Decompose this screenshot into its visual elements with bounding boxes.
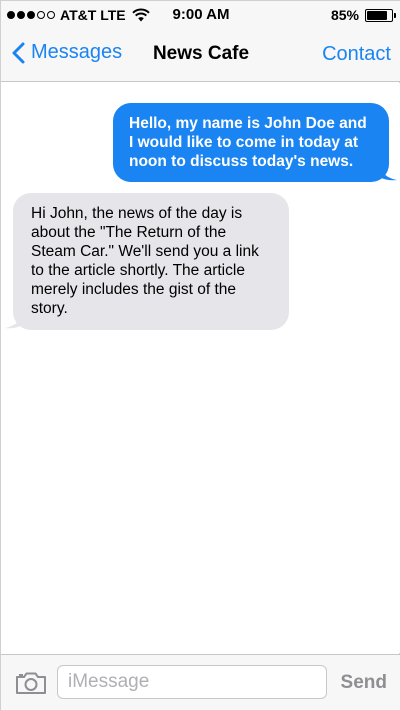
- battery-fill: [367, 10, 388, 20]
- back-button[interactable]: Messages: [11, 41, 122, 64]
- incoming-bubble-tail: [5, 311, 25, 329]
- battery-icon: [365, 8, 396, 22]
- message-input-bar: Send: [1, 654, 400, 710]
- message-thread[interactable]: Hello, my name is John Doe and I would l…: [1, 83, 400, 653]
- phone-screen: AT&T LTE 9:00 AM 85% Messages News Cafe …: [0, 0, 400, 710]
- battery-info: 85%: [330, 6, 396, 24]
- outgoing-message[interactable]: Hello, my name is John Doe and I would l…: [113, 103, 389, 182]
- contact-button[interactable]: Contact: [322, 43, 391, 66]
- camera-icon[interactable]: [15, 671, 47, 695]
- outgoing-bubble-tail: [377, 163, 397, 181]
- navigation-bar: Messages News Cafe Contact: [1, 29, 400, 82]
- imessage-input[interactable]: [57, 665, 327, 699]
- status-bar: AT&T LTE 9:00 AM 85%: [1, 1, 400, 29]
- battery-percentage: 85%: [330, 7, 359, 23]
- back-label: Messages: [31, 41, 123, 63]
- incoming-message[interactable]: Hi John, the news of the day is about th…: [13, 193, 289, 330]
- send-button[interactable]: Send: [341, 672, 387, 694]
- chevron-left-icon: [12, 42, 25, 63]
